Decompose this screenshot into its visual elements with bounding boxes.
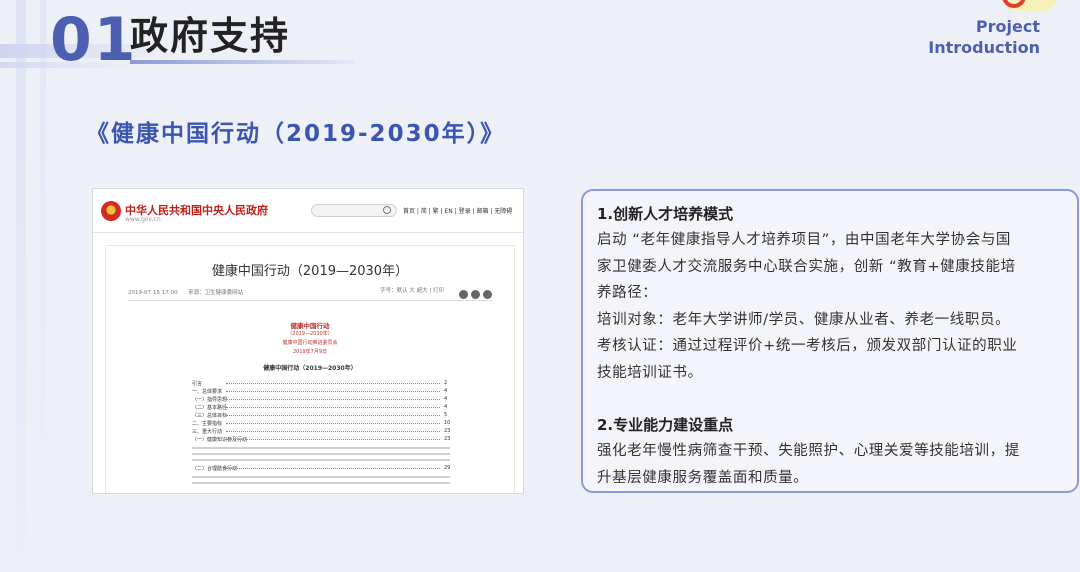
doc-heading: （2019—2030年） xyxy=(287,331,333,337)
toc-label: （二）基本路径 xyxy=(192,405,228,411)
logo-mark-icon xyxy=(1002,0,1026,8)
card-line: 强化老年慢性病筛查干预、失能照护、心理关爱等技能培训，提 xyxy=(597,443,1020,459)
toc-page: 5 xyxy=(444,412,448,418)
doc-heading: 健康中国行动（2019—2030年） xyxy=(263,365,357,372)
doc-text-line xyxy=(192,453,450,455)
share-wechat-icon xyxy=(459,290,468,299)
toc-leader xyxy=(226,428,440,432)
toc-leader xyxy=(226,412,440,416)
initiative-card: 1.创新人才培养模式 启动 “老年健康指导人才培养项目”，由中国老年大学协会与国… xyxy=(581,189,1079,493)
section-number: 01 xyxy=(50,5,138,75)
doc-text-line xyxy=(192,476,450,478)
title-underline xyxy=(130,60,355,64)
doc-text-line xyxy=(192,447,450,449)
toc-leader xyxy=(226,396,440,400)
toc-label: 一、总体要求 xyxy=(192,389,223,395)
toc-page: 2 xyxy=(444,380,448,386)
toc-page: 4 xyxy=(444,388,448,394)
gov-site-header: 中华人民共和国中央人民政府 www.gov.cn 首页 | 简 | 繁 | EN… xyxy=(93,189,523,233)
card-line: 养路径： xyxy=(597,285,658,301)
divider xyxy=(128,300,492,301)
card-line: 技能培训证书。 xyxy=(597,364,703,381)
card-heading-1: 1.创新人才培养模式 xyxy=(597,205,734,223)
toc-label: 三、重大行动 xyxy=(192,429,223,435)
article-title: 健康中国行动（2019—2030年） xyxy=(211,264,409,279)
toc-leader xyxy=(226,388,440,392)
share-qzone-icon xyxy=(483,290,492,299)
decorative-stripe xyxy=(16,0,26,572)
gov-webpage-screenshot: 中华人民共和国中央人民政府 www.gov.cn 首页 | 简 | 繁 | EN… xyxy=(92,188,524,494)
doc-text-line xyxy=(192,482,450,484)
toc-page: 10 xyxy=(444,420,451,426)
toc-leader xyxy=(226,420,440,424)
gov-top-nav: 首页 | 简 | 繁 | EN | 登录 | 邮箱 | 无障碍 xyxy=(403,208,513,215)
search-icon xyxy=(383,206,391,214)
card-line: 考核认证：通过过程评价+统一考核后，颁发双部门认证的职业 xyxy=(597,338,1018,354)
toc-label: （一）指导思想 xyxy=(192,397,228,403)
project-label-line1: Project xyxy=(975,17,1040,36)
doc-heading: 2019年7月9日 xyxy=(292,349,328,355)
share-weibo-icon xyxy=(471,290,480,299)
article-font-controls: 字号：默认 大 超大 | 打印 xyxy=(380,288,444,294)
card-line: 培训对象：老年大学讲师/学员、健康从业者、养老一线职员。 xyxy=(597,311,1011,328)
gov-site-url: www.gov.cn xyxy=(125,216,161,223)
doc-heading: 健康中国行动推进委员会 xyxy=(282,340,338,346)
gov-search-input xyxy=(311,204,397,217)
toc-leader xyxy=(226,465,440,469)
card-line: 启动 “老年健康指导人才培养项目”，由中国老年大学协会与国 xyxy=(597,232,1012,248)
article-source: 来源：卫生健康委网站 xyxy=(188,290,244,296)
toc-leader xyxy=(226,380,440,384)
national-emblem-icon xyxy=(101,201,121,221)
toc-leader xyxy=(226,404,440,408)
article-panel: 健康中国行动（2019—2030年） 2019-07-15 17:00 来源：卫… xyxy=(105,245,515,493)
toc-label: （三）总体目标 xyxy=(192,413,228,419)
toc-page: 4 xyxy=(444,396,448,402)
section-title: 政府支持 xyxy=(130,14,291,58)
card-line: 升基层健康服务覆盖面和质量。 xyxy=(597,469,809,486)
toc-page: 23 xyxy=(444,428,451,434)
toc-page: 4 xyxy=(444,404,448,410)
card-heading-2: 2.专业能力建设重点 xyxy=(597,416,734,434)
slide-subtitle: 《健康中国行动（2019-2030年）》 xyxy=(86,121,506,147)
toc-leader xyxy=(226,436,440,440)
project-label-line2: Introduction xyxy=(928,38,1040,57)
toc-label: 二、主要指标 xyxy=(192,421,223,427)
article-meta: 2019-07-15 17:00 来源：卫生健康委网站 xyxy=(128,288,243,296)
project-introduction-label: Project Introduction xyxy=(928,16,1040,58)
toc-page: 23 xyxy=(444,436,451,442)
doc-text-line xyxy=(192,459,450,461)
card-line: 家卫健委人才交流服务中心联合实施，创新 “教育+健康技能培 xyxy=(597,258,1016,275)
article-date: 2019-07-15 17:00 xyxy=(128,290,178,296)
brand-logo xyxy=(1000,0,1058,12)
toc-page: 29 xyxy=(444,465,451,471)
decorative-stripe xyxy=(40,0,46,572)
toc-label: 引言 xyxy=(192,381,203,387)
doc-heading: 健康中国行动 xyxy=(290,322,330,330)
